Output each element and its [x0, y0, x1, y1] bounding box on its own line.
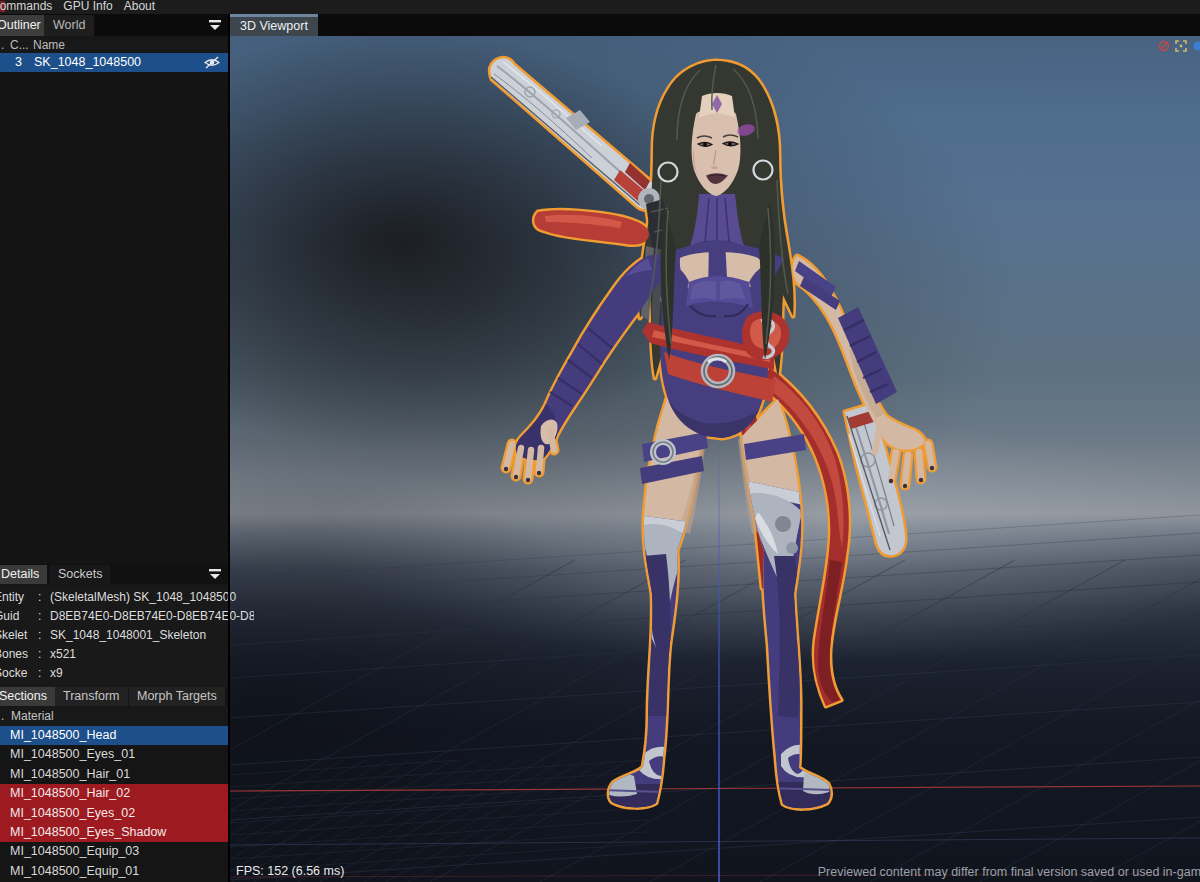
material-row[interactable]: MI_1048500_Head [0, 726, 228, 745]
floor-grid [230, 515, 1200, 882]
left-panel: . C... Name 3 SK_1048_1048500 Details So… [0, 36, 228, 882]
field-entity: Entity:(SkeletalMesh) SK_1048_1048500 [0, 590, 254, 609]
menu-bar: Commands GPU Info About [0, 0, 1200, 14]
no-render-icon[interactable] [1158, 40, 1170, 52]
character-model[interactable] [490, 58, 934, 882]
tab-sections[interactable]: Sections [0, 687, 55, 706]
tab-transform[interactable]: Transform [55, 687, 128, 706]
material-row[interactable]: MI_1048500_Hair_02 [0, 784, 228, 803]
material-row[interactable]: MI_1048500_Eyes_01 [0, 745, 228, 764]
viewport-icons [1158, 40, 1198, 52]
outliner-col-name[interactable]: Name [33, 38, 65, 52]
tab-sockets[interactable]: Sockets [50, 565, 110, 584]
outliner-empty-area[interactable] [0, 72, 228, 564]
outliner-row-selected[interactable]: 3 SK_1048_1048500 [0, 53, 228, 72]
panel-divider [228, 0, 230, 882]
details-fields: Entity:(SkeletalMesh) SK_1048_1048500 Gu… [0, 585, 228, 687]
details-filter-icon[interactable] [208, 568, 222, 580]
tab-morph-targets[interactable]: Morph Targets [129, 687, 225, 706]
material-row[interactable]: MI_1048500_Eyes_Shadow [0, 823, 228, 842]
field-sockets-count: Socke:x9 [0, 666, 254, 685]
outliner-col-c[interactable]: C... [10, 38, 29, 52]
material-row[interactable]: MI_1048500_Hair_01 [0, 765, 228, 784]
character-right-arm [504, 255, 664, 482]
disclaimer-text: Previewed content may differ from final … [818, 865, 1200, 879]
outliner-header-row: . C... Name [0, 37, 228, 53]
viewport-canvas [230, 36, 1200, 882]
tab-details[interactable]: Details [0, 565, 47, 584]
sword-scabbard-upper [490, 58, 659, 209]
axis-red [230, 786, 1200, 791]
menu-gpu-info[interactable]: GPU Info [63, 0, 123, 14]
field-bones: Bones:x521 [0, 647, 254, 666]
fps-counter: FPS: 152 (6.56 ms) [236, 864, 344, 878]
tab-world[interactable]: World [44, 15, 94, 36]
field-guid: Guid:D8EB74E0-D8EB74E0-D8EB74E0-D8EB74E0 [0, 609, 254, 628]
3d-viewport[interactable]: FPS: 152 (6.56 ms) Previewed content may… [230, 36, 1200, 882]
menu-commands[interactable]: Commands [0, 0, 63, 14]
material-column-header[interactable]: . Material [0, 707, 228, 726]
material-row[interactable]: MI_1048500_Eyes_02 [0, 804, 228, 823]
outliner-col-id[interactable]: . [1, 38, 4, 52]
tab-outliner[interactable]: Outliner [0, 15, 50, 36]
info-icon[interactable] [1192, 40, 1200, 52]
tab-3d-viewport[interactable]: 3D Viewport [230, 14, 318, 36]
field-skeleton: Skelet:SK_1048_1048001_Skeleton [0, 628, 254, 647]
material-list: MI_1048500_Head MI_1048500_Eyes_01 MI_10… [0, 726, 228, 882]
visibility-off-icon[interactable] [204, 56, 220, 69]
tab-strip: Outliner World [0, 14, 1200, 36]
material-row[interactable]: MI_1048500_Equip_01 [0, 862, 228, 881]
frame-icon[interactable] [1175, 40, 1187, 52]
outliner-filter-icon[interactable] [208, 19, 222, 31]
material-row[interactable]: MI_1048500_Equip_03 [0, 842, 228, 861]
menu-about[interactable]: About [124, 0, 166, 14]
